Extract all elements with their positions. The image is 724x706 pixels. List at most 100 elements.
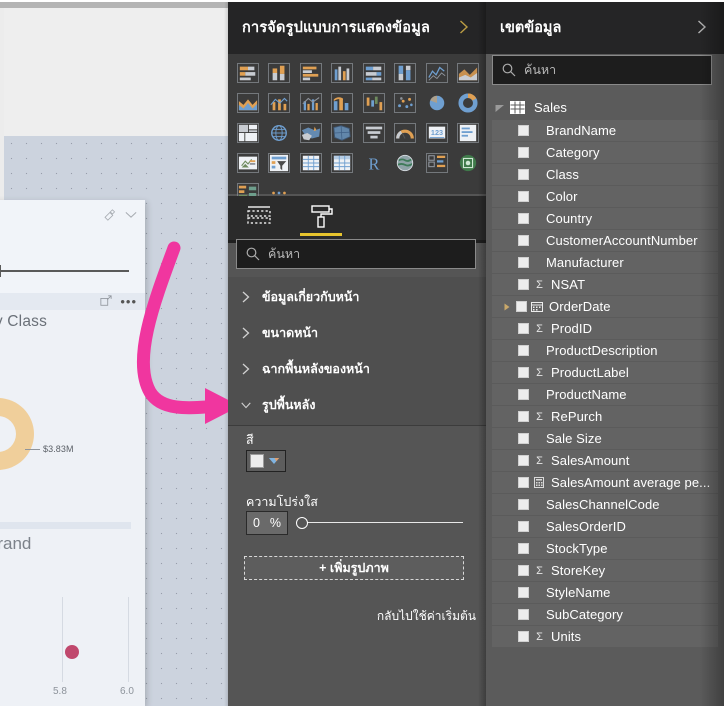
accordion-wallpaper[interactable]: รูปพื้นหลัง (228, 385, 486, 426)
field-checkbox[interactable] (516, 301, 527, 312)
funnel-chart-button[interactable] (358, 118, 390, 148)
field-checkbox[interactable] (518, 389, 529, 400)
field-row[interactable]: BrandName (492, 120, 718, 141)
field-row[interactable]: Category (492, 142, 718, 163)
revert-to-default-link[interactable]: กลับไปใช้ค่าเริ่มต้น (377, 607, 476, 626)
expand-caret-icon[interactable] (502, 302, 512, 312)
field-row[interactable]: Σ ProdID (492, 318, 718, 339)
field-row[interactable]: Manufacturer (492, 252, 718, 273)
fields-table-node-sales[interactable]: Sales (486, 96, 724, 119)
kpi-button[interactable] (232, 148, 264, 178)
field-checkbox[interactable] (518, 147, 529, 158)
field-row[interactable]: StockType (492, 538, 718, 559)
100-percent-stacked-column-chart-button[interactable] (390, 58, 422, 88)
field-checkbox[interactable] (518, 411, 529, 422)
field-checkbox[interactable] (518, 587, 529, 598)
accordion-page-information[interactable]: ข้อมูลเกี่ยวกับหน้า (228, 277, 486, 318)
line-and-clustered-column-chart-button[interactable] (295, 88, 327, 118)
more-options-icon[interactable]: ••• (120, 295, 137, 308)
caret-down-icon[interactable] (494, 102, 506, 114)
shape-map-button[interactable] (327, 118, 359, 148)
field-row[interactable]: Σ NSAT (492, 274, 718, 295)
field-row[interactable]: ProductDescription (492, 340, 718, 361)
field-checkbox[interactable] (518, 499, 529, 510)
field-row[interactable]: Σ RePurch (492, 406, 718, 427)
table-button[interactable] (295, 148, 327, 178)
field-checkbox[interactable] (518, 631, 529, 642)
fields-search-input[interactable]: ค้นหา (492, 55, 712, 85)
field-row[interactable]: SalesChannelCode (492, 494, 718, 515)
field-row[interactable]: SubCategory (492, 604, 718, 625)
field-row[interactable]: Country (492, 208, 718, 229)
filled-map-button[interactable] (295, 118, 327, 148)
stacked-column-chart-button[interactable] (264, 58, 296, 88)
slicer-range-slider[interactable] (0, 265, 132, 277)
scatter-visual[interactable] (0, 533, 145, 706)
transparency-value-field[interactable]: 0 % (246, 511, 288, 535)
field-checkbox[interactable] (518, 125, 529, 136)
field-checkbox[interactable] (518, 543, 529, 554)
clustered-bar-chart-button[interactable] (295, 58, 327, 88)
transparency-slider-handle[interactable] (296, 517, 308, 529)
arcgis-map-button[interactable] (390, 148, 422, 178)
fields-tab[interactable] (228, 196, 290, 240)
report-canvas[interactable]: ••• by Class $3.83M Brand 5.8 6.0 (0, 0, 232, 706)
stacked-area-chart-button[interactable] (232, 88, 264, 118)
stacked-bar-chart-button[interactable] (232, 58, 264, 88)
field-row[interactable]: Σ Units (492, 626, 718, 647)
field-row[interactable]: Class (492, 164, 718, 185)
clustered-column-chart-button[interactable] (327, 58, 359, 88)
field-row[interactable]: Σ StoreKey (492, 560, 718, 581)
100-percent-stacked-bar-chart-button[interactable] (358, 58, 390, 88)
map-button[interactable] (264, 118, 296, 148)
gauge-chart-button[interactable] (390, 118, 422, 148)
background-color-picker[interactable] (246, 450, 286, 472)
field-row[interactable]: SalesAmount average pe... (492, 472, 718, 493)
field-row[interactable]: Σ ProductLabel (492, 362, 718, 383)
add-image-button[interactable]: + เพิ่มรูปภาพ (244, 556, 464, 580)
field-checkbox[interactable] (518, 521, 529, 532)
field-row[interactable]: SalesOrderID (492, 516, 718, 537)
format-tab[interactable] (290, 196, 352, 240)
treemap-button[interactable] (232, 118, 264, 148)
scatter-data-point[interactable] (65, 645, 79, 659)
field-checkbox[interactable] (518, 609, 529, 620)
r-script-visual-button[interactable]: R (358, 148, 390, 178)
ribbon-chart-button[interactable] (327, 88, 359, 118)
field-row[interactable]: Color (492, 186, 718, 207)
field-checkbox[interactable] (518, 367, 529, 378)
chevron-right-icon[interactable] (458, 19, 470, 35)
field-checkbox[interactable] (518, 257, 529, 268)
waterfall-chart-button[interactable] (358, 88, 390, 118)
line-and-stacked-column-chart-button[interactable] (264, 88, 296, 118)
accordion-page-background[interactable]: ฉากพื้นหลังของหน้า (228, 349, 486, 390)
field-row[interactable]: StyleName (492, 582, 718, 603)
field-checkbox[interactable] (518, 345, 529, 356)
focus-mode-icon[interactable] (100, 295, 112, 307)
field-checkbox[interactable] (518, 235, 529, 246)
field-row[interactable]: Σ SalesAmount (492, 450, 718, 471)
field-checkbox[interactable] (518, 477, 529, 488)
clear-selection-icon[interactable] (103, 208, 116, 221)
pie-chart-button[interactable] (421, 88, 453, 118)
card-button[interactable]: 123 (421, 118, 453, 148)
slicer-button[interactable] (264, 148, 296, 178)
field-checkbox[interactable] (518, 213, 529, 224)
field-checkbox[interactable] (518, 279, 529, 290)
field-checkbox[interactable] (518, 323, 529, 334)
field-checkbox[interactable] (518, 433, 529, 444)
chevron-down-icon[interactable] (125, 211, 137, 219)
matrix-button[interactable] (327, 148, 359, 178)
field-row[interactable]: ProductName (492, 384, 718, 405)
format-search-input[interactable]: ค้นหา (236, 239, 476, 269)
accordion-page-size[interactable]: ขนาดหน้า (228, 313, 486, 354)
scatter-chart-button[interactable] (390, 88, 422, 118)
field-row[interactable]: CustomerAccountNumber (492, 230, 718, 251)
key-influencers-button[interactable] (421, 148, 453, 178)
slicer-visual[interactable]: ••• (0, 200, 145, 310)
field-checkbox[interactable] (518, 565, 529, 576)
field-checkbox[interactable] (518, 191, 529, 202)
field-checkbox[interactable] (518, 455, 529, 466)
transparency-slider-track[interactable] (305, 522, 463, 523)
field-checkbox[interactable] (518, 169, 529, 180)
